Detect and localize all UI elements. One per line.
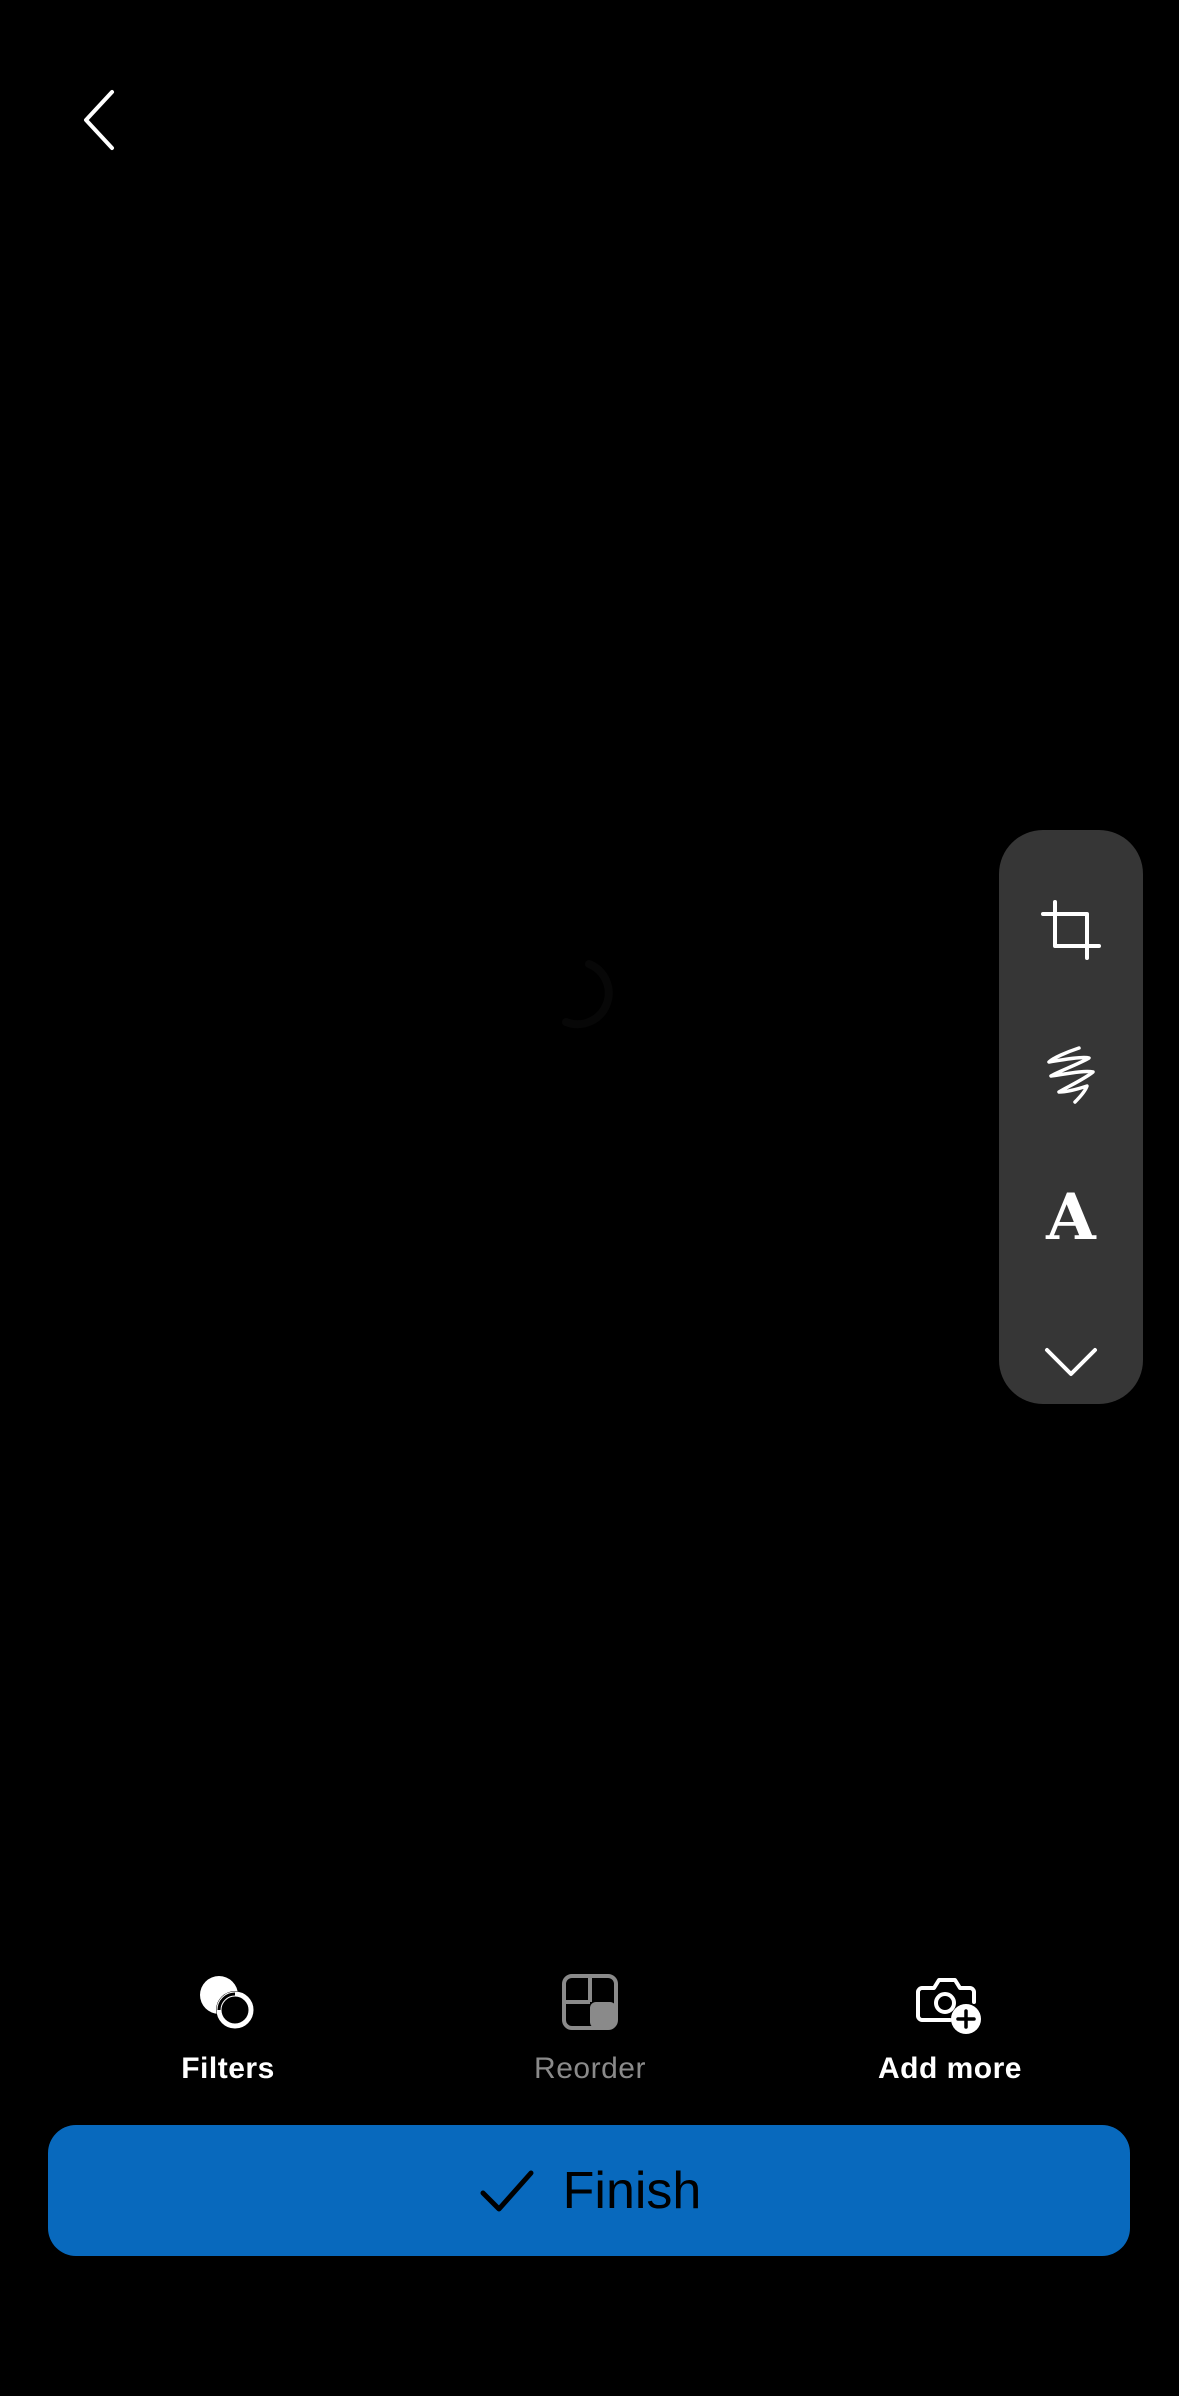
filters-label: Filters	[181, 2052, 275, 2085]
reorder-button: Reorder	[470, 1966, 710, 2086]
text-button[interactable]: A	[1021, 1168, 1121, 1268]
scribble-icon	[1047, 1046, 1095, 1104]
chevron-left-icon	[84, 90, 114, 150]
draw-button[interactable]	[1021, 1024, 1121, 1124]
crop-icon	[1041, 900, 1101, 960]
back-button[interactable]	[68, 80, 132, 160]
reorder-icon	[562, 1974, 618, 2030]
filters-button[interactable]: Filters	[108, 1966, 348, 2086]
filters-icon	[200, 1976, 254, 2029]
collapse-tools-button[interactable]	[1021, 1312, 1121, 1412]
add-more-label: Add more	[877, 2052, 1022, 2085]
finish-button[interactable]: Finish	[48, 2125, 1130, 2256]
chevron-down-icon	[1045, 1348, 1097, 1376]
finish-label: Finish	[562, 2161, 702, 2220]
crop-button[interactable]	[1021, 880, 1121, 980]
loading-spinner-icon	[562, 960, 613, 1029]
add-camera-icon	[916, 1978, 981, 2034]
checkmark-icon	[480, 2170, 534, 2211]
edit-tools-panel: A	[999, 830, 1143, 1404]
reorder-label: Reorder	[534, 2052, 646, 2085]
text-icon: A	[1046, 1180, 1096, 1255]
add-more-button[interactable]: Add more	[830, 1966, 1070, 2086]
